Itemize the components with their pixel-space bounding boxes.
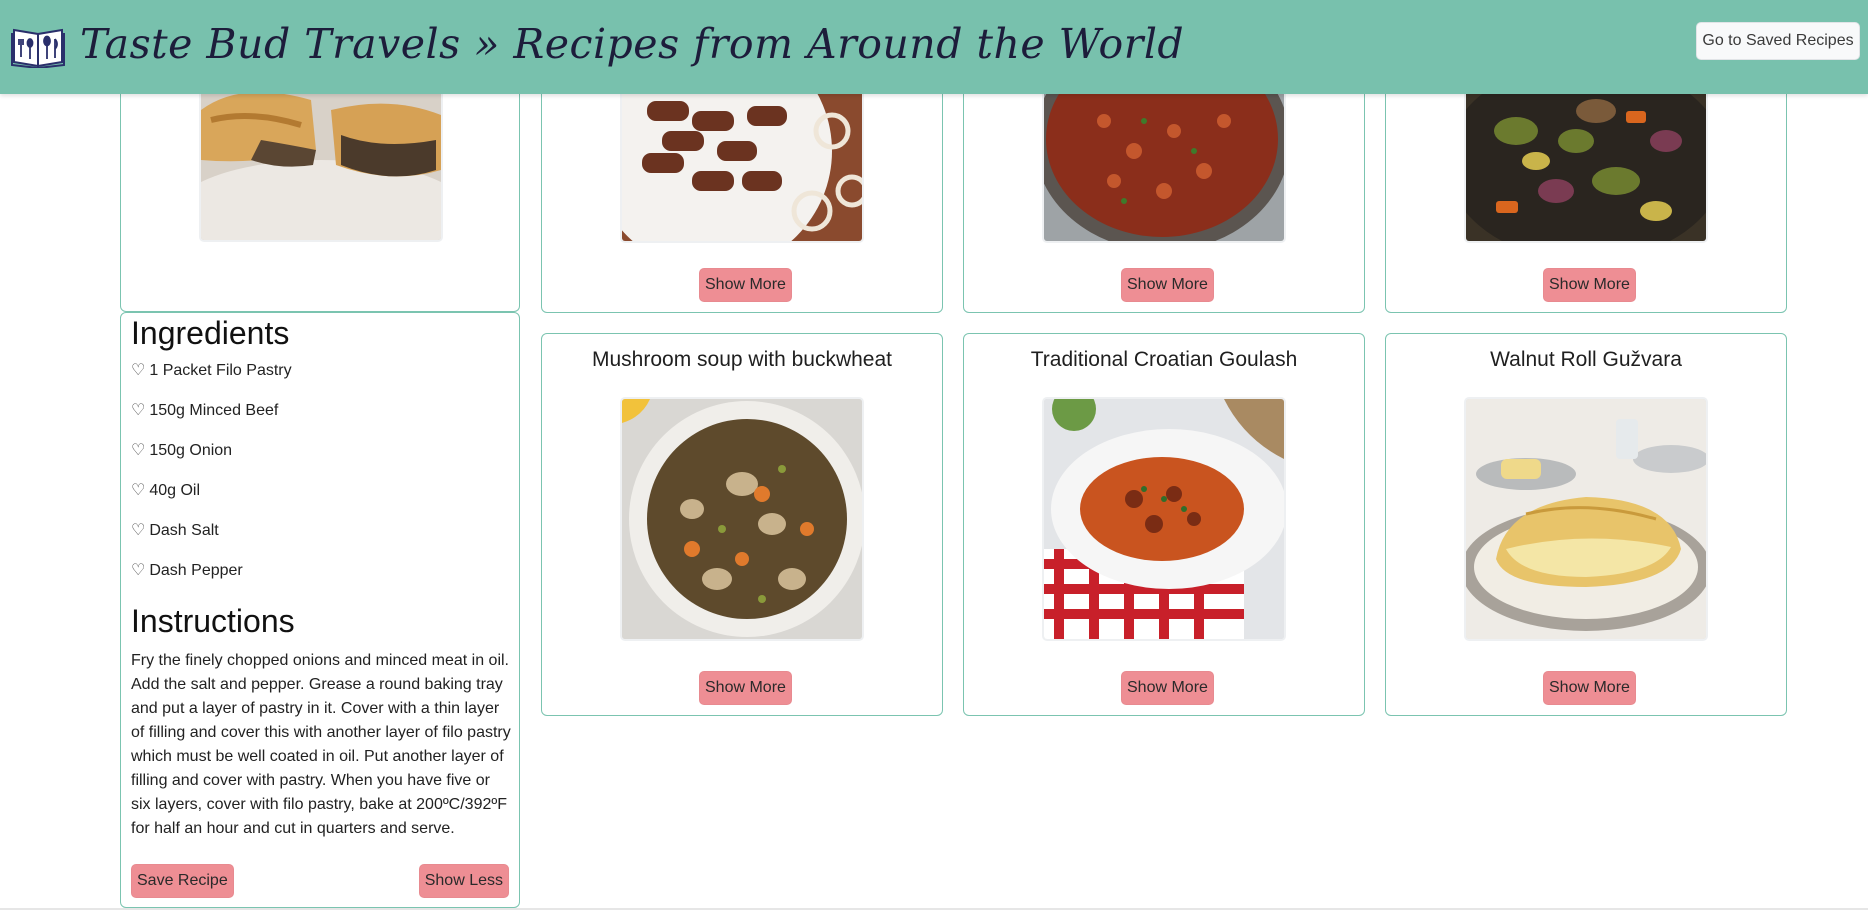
- show-more-button[interactable]: Show More: [1543, 671, 1636, 705]
- recipe-card: Traditional Croatian Goulash Show More: [963, 333, 1365, 716]
- show-more-button[interactable]: Show More: [699, 268, 792, 302]
- ingredient-item: ♡ 150g Onion: [131, 442, 233, 459]
- goulash-photo: [1042, 397, 1286, 641]
- ingredient-item: ♡ Dash Pepper: [131, 562, 243, 579]
- heart-outline-icon: ♡: [131, 362, 146, 379]
- ingredients-heading: Ingredients: [131, 315, 290, 351]
- show-less-button[interactable]: Show Less: [418, 864, 509, 898]
- heart-outline-icon: ♡: [131, 482, 146, 499]
- ingredients-list: ♡ 1 Packet Filo Pastry ♡ 150g Minced Beef …: [131, 361, 292, 601]
- mushroom-soup-photo: [620, 397, 864, 641]
- recipe-card: Walnut Roll Gužvara Show More: [1385, 333, 1787, 716]
- bean-stew-pan-photo: [1042, 89, 1286, 243]
- save-recipe-button[interactable]: Save Recipe: [131, 864, 234, 898]
- burek-photo: [199, 88, 443, 242]
- site-title: Taste Bud Travels » Recipes from Around …: [80, 20, 1185, 68]
- go-to-saved-recipes-button[interactable]: Go to Saved Recipes: [1696, 22, 1860, 60]
- expanded-recipe-card-top: [120, 88, 520, 312]
- ingredient-item: ♡ 40g Oil: [131, 482, 201, 499]
- recipe-book-icon: [11, 28, 65, 68]
- top-navbar: Taste Bud Travels » Recipes from Around …: [0, 0, 1868, 94]
- heart-outline-icon: ♡: [131, 562, 146, 579]
- show-more-button[interactable]: Show More: [1121, 671, 1214, 705]
- heart-outline-icon: ♡: [131, 442, 146, 459]
- ingredient-item: ♡ 1 Packet Filo Pastry: [131, 362, 292, 379]
- show-more-button[interactable]: Show More: [1543, 268, 1636, 302]
- heart-outline-icon: ♡: [131, 522, 146, 539]
- show-more-button[interactable]: Show More: [699, 671, 792, 705]
- show-more-button[interactable]: Show More: [1121, 268, 1214, 302]
- walnut-roll-photo: [1464, 397, 1708, 641]
- ingredient-item: ♡ 150g Minced Beef: [131, 402, 279, 419]
- roasted-vegetables-pan-photo: [1464, 89, 1708, 243]
- heart-outline-icon: ♡: [131, 402, 146, 419]
- recipe-card: Mushroom soup with buckwheat Show More: [541, 333, 943, 716]
- ingredient-item: ♡ Dash Salt: [131, 522, 219, 539]
- instructions-text: Fry the finely chopped onions and minced…: [131, 652, 511, 837]
- expanded-recipe-card: Ingredients ♡ 1 Packet Filo Pastry ♡ 150g …: [120, 312, 520, 908]
- instructions-heading: Instructions: [131, 603, 295, 639]
- recipe-title: Traditional Croatian Goulash: [1030, 348, 1298, 371]
- recipe-title: Mushroom soup with buckwheat: [592, 348, 892, 371]
- cevapi-dish-photo: [620, 89, 864, 243]
- recipe-title: Walnut Roll Gužvara: [1490, 348, 1682, 371]
